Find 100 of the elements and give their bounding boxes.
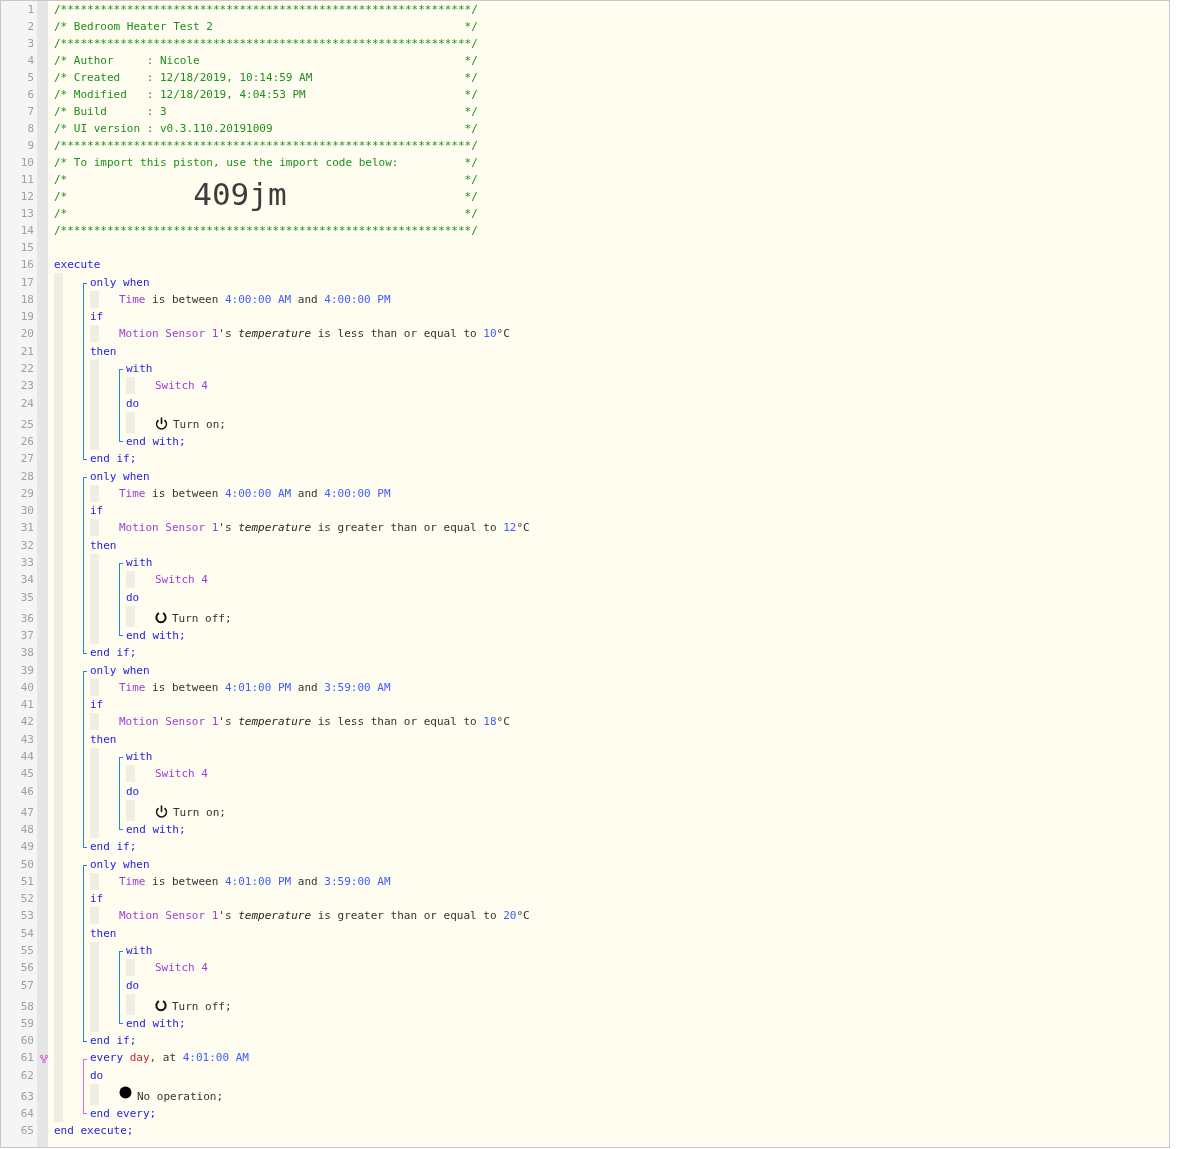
code-line: every day, at 4:01:00 AM <box>90 1050 249 1066</box>
line-number: 48 <box>19 821 35 838</box>
line-number: 55 <box>19 943 35 959</box>
code-line: execute <box>54 257 101 273</box>
line-number: 33 <box>19 555 35 572</box>
line-number: 31 <box>19 520 35 537</box>
code-line: end with; <box>126 627 186 643</box>
code-line: do <box>126 589 140 605</box>
line-number: 20 <box>19 326 35 343</box>
line-number: 34 <box>19 572 35 589</box>
comment-end: */ <box>464 53 478 68</box>
line-number: 27 <box>19 451 35 468</box>
code-line: then <box>90 925 117 941</box>
line-number: 9 <box>26 138 35 154</box>
comment-line: /**************************************************************/ <box>54 138 478 153</box>
comment-line: /* <box>54 189 68 204</box>
line-number: 22 <box>19 361 35 378</box>
line-number: 14 <box>19 223 35 239</box>
line-number: 58 <box>19 998 35 1015</box>
comment-end: */ <box>464 189 478 204</box>
line-number: 2 <box>26 19 35 35</box>
line-number: 54 <box>19 925 35 942</box>
code-line: only when <box>90 662 150 678</box>
line-number: 30 <box>19 503 35 520</box>
line-number: 62 <box>19 1067 35 1084</box>
code-line: end if; <box>90 451 137 467</box>
code-line: end if; <box>90 1033 137 1049</box>
line-number: 56 <box>19 960 35 977</box>
line-number: 13 <box>19 206 35 222</box>
code-line: Motion Sensor 1's temperature is greater than or equal to 20°C <box>119 908 530 924</box>
code-line: Time is between 4:01:00 PM and 3:59:00 AM <box>119 679 391 695</box>
code-line: Turn on; <box>173 416 226 432</box>
line-number: 29 <box>19 485 35 502</box>
code-line: end execute; <box>54 1123 134 1139</box>
comment-end: */ <box>464 172 478 187</box>
code-line: Turn off; <box>172 998 232 1014</box>
import-code: 409jm <box>193 179 287 210</box>
line-number: 26 <box>19 433 35 450</box>
line-number: 10 <box>19 155 35 171</box>
comment-line: /* Created : 12/18/2019, 10:14:59 AM <box>54 70 314 85</box>
comment-line: /* Bedroom Heater Test 2 <box>54 19 214 34</box>
comment-line: /* <box>54 172 69 187</box>
line-number: 50 <box>19 856 35 873</box>
line-number: 37 <box>19 627 35 644</box>
line-number: 17 <box>19 274 35 291</box>
comment-line: /* Author : Nicole <box>54 53 201 68</box>
line-number: 59 <box>19 1015 35 1032</box>
code-line: end with; <box>126 433 186 449</box>
code-line: No operation; <box>137 1088 224 1104</box>
line-number: 49 <box>19 839 35 856</box>
line-number: 15 <box>19 240 35 256</box>
line-number: 61 <box>19 1050 35 1067</box>
code-line: Time is between 4:00:00 AM and 4:00:00 PM <box>119 485 391 501</box>
line-number: 42 <box>19 714 35 731</box>
comment-end: */ <box>464 19 478 34</box>
line-number: 32 <box>19 537 35 554</box>
power-icon <box>155 416 168 430</box>
comment-line: /* UI version : v0.3.110.20191009 <box>54 121 274 136</box>
code-line: end with; <box>126 1015 186 1031</box>
line-number: 44 <box>19 749 35 765</box>
comment-end: */ <box>464 121 478 136</box>
comment-end: */ <box>464 87 478 102</box>
code-line: with <box>126 749 153 764</box>
code-line: do <box>126 977 140 993</box>
code-line: Time is between 4:00:00 AM and 4:00:00 PM <box>119 291 391 307</box>
code-line: end with; <box>126 821 186 837</box>
power-icon <box>155 804 168 818</box>
line-number: 53 <box>19 908 35 925</box>
line-number: 6 <box>26 87 35 103</box>
code-line: do <box>126 783 140 799</box>
code-line: Motion Sensor 1's temperature is less than or equal to 18°C <box>119 714 510 730</box>
line-number: 35 <box>19 589 35 606</box>
comment-line: /* Build : 3 <box>54 104 168 119</box>
line-number: 18 <box>19 291 35 308</box>
comment-line: /* To import this piston, use the import code below: <box>54 155 400 170</box>
line-number: 28 <box>19 468 35 485</box>
line-number: 64 <box>19 1106 35 1123</box>
line-number: 39 <box>19 662 35 679</box>
line-number: 60 <box>19 1033 35 1050</box>
code-line: then <box>90 343 117 359</box>
code-line: if <box>90 697 104 713</box>
line-number: 8 <box>26 121 35 137</box>
code-line: Time is between 4:01:00 PM and 3:59:00 AM <box>119 873 391 889</box>
line-number: 3 <box>26 36 35 52</box>
code-line: only when <box>90 274 150 290</box>
dot-icon <box>119 1085 132 1099</box>
code-line: Switch 4 <box>155 378 208 394</box>
code-line: with <box>126 943 153 958</box>
code-line: only when <box>90 468 150 484</box>
line-number: 40 <box>19 679 35 696</box>
line-number: 5 <box>26 70 35 86</box>
line-number: 52 <box>19 891 35 908</box>
line-number: 36 <box>19 610 35 627</box>
line-number: 46 <box>19 783 35 800</box>
comment-line: /* <box>54 206 69 221</box>
line-number: 23 <box>19 378 35 395</box>
line-number: 51 <box>19 873 35 890</box>
code-line: do <box>90 1067 104 1083</box>
code-line: with <box>126 555 153 571</box>
line-number: 1 <box>26 2 35 18</box>
